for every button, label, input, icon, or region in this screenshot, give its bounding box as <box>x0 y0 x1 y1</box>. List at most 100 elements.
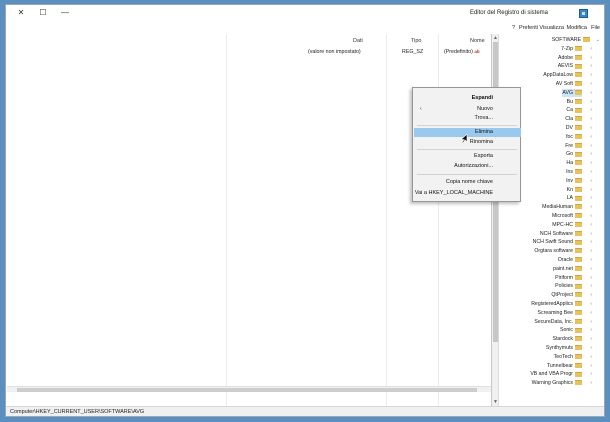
tree-item[interactable]: foc <box>566 133 582 141</box>
tree-item[interactable]: AV Soft <box>556 80 582 88</box>
expand-icon[interactable]: ‹ <box>590 274 592 282</box>
expand-icon[interactable]: ‹ <box>590 133 592 141</box>
menu-item-esporta[interactable]: Esporta <box>414 152 521 161</box>
menu-help[interactable]: ? <box>512 25 515 31</box>
expand-icon[interactable]: ‹ <box>590 71 592 79</box>
expand-icon[interactable]: ‹ <box>590 98 592 106</box>
expand-icon[interactable]: ‹ <box>590 89 592 97</box>
tree-item[interactable]: RegisteredApplics <box>531 300 582 308</box>
expand-icon[interactable]: ‹ <box>590 45 592 53</box>
tree-item[interactable]: MediaHuman <box>542 203 582 211</box>
expand-icon[interactable]: ‹ <box>590 124 592 132</box>
tree-item[interactable]: TeoTech <box>554 353 582 361</box>
tree-item[interactable]: Go <box>566 150 582 158</box>
tree-item[interactable]: Ins <box>566 168 582 176</box>
menu-item-trova[interactable]: Trova... <box>414 114 521 123</box>
tree-item[interactable]: Adobe <box>558 54 582 62</box>
tree-item[interactable]: DV <box>566 124 582 132</box>
expand-icon[interactable]: ‹ <box>590 115 592 123</box>
tree-item[interactable]: NCH Swift Sound <box>533 238 582 246</box>
collapse-icon[interactable]: ⌄ <box>596 36 600 44</box>
expand-icon[interactable]: ‹ <box>590 194 592 202</box>
tree-item[interactable]: Screaming Bee <box>538 309 582 317</box>
expand-icon[interactable]: ‹ <box>590 212 592 220</box>
tree-item[interactable]: Inv <box>566 177 582 185</box>
close-button[interactable]: ✕ <box>10 7 32 19</box>
scroll-up-icon[interactable]: ▲ <box>493 35 498 41</box>
expand-icon[interactable]: ‹ <box>590 353 592 361</box>
maximize-button[interactable]: ☐ <box>32 7 54 19</box>
tree-item[interactable]: Orgtara software <box>534 247 582 255</box>
tree-item[interactable]: 7-Zip <box>561 45 582 53</box>
menu-item-autorizzazioni[interactable]: Autorizzazioni... <box>414 162 521 171</box>
menu-visualizza[interactable]: Visualizza <box>539 25 564 31</box>
tree-item[interactable]: Stardock <box>553 335 582 343</box>
tree-item[interactable]: Synthymuts <box>546 344 582 352</box>
tree-item[interactable]: MPC-HC <box>552 221 582 229</box>
tree-item[interactable]: Warning Graphics <box>532 379 582 387</box>
expand-icon[interactable]: ‹ <box>590 265 592 273</box>
menu-item-vai-a-hklm[interactable]: Vai a HKEY_LOCAL_MACHINE <box>414 189 521 198</box>
tree-item[interactable]: Kn <box>567 186 582 194</box>
tree-item[interactable]: Piriform <box>555 274 582 282</box>
tree-item[interactable]: paint.net <box>553 265 582 273</box>
expand-icon[interactable]: ‹ <box>590 186 592 194</box>
expand-icon[interactable]: ‹ <box>590 326 592 334</box>
tree-item[interactable]: Ha <box>566 159 582 167</box>
expand-icon[interactable]: ‹ <box>590 168 592 176</box>
expand-icon[interactable]: ‹ <box>590 62 592 70</box>
scrollbar-thumb[interactable] <box>17 388 477 392</box>
expand-icon[interactable]: ‹ <box>590 106 592 114</box>
column-header-data[interactable]: Dati <box>353 38 363 44</box>
tree-item[interactable]: Ca <box>566 106 582 114</box>
expand-icon[interactable]: ‹ <box>590 379 592 387</box>
tree-item[interactable]: LA <box>567 194 582 202</box>
expand-icon[interactable]: ‹ <box>590 142 592 150</box>
horizontal-scrollbar[interactable] <box>7 386 492 392</box>
expand-icon[interactable]: ‹ <box>590 159 592 167</box>
expand-icon[interactable]: ‹ <box>590 238 592 246</box>
tree-item[interactable]: VB and VBA Progr <box>530 370 582 378</box>
expand-icon[interactable]: ‹ <box>590 335 592 343</box>
tree-item[interactable]: Fre <box>565 142 582 150</box>
minimize-button[interactable]: — <box>54 7 76 19</box>
menu-file[interactable]: File <box>591 25 600 31</box>
tree-root-software[interactable]: SOFTWARE <box>552 36 590 44</box>
tree-item[interactable]: AEVIS <box>558 62 582 70</box>
expand-icon[interactable]: ‹ <box>590 221 592 229</box>
expand-icon[interactable]: ‹ <box>590 150 592 158</box>
scroll-down-icon[interactable]: ▼ <box>493 399 498 405</box>
tree-item[interactable]: Microsoft <box>552 212 582 220</box>
expand-icon[interactable]: ‹ <box>590 362 592 370</box>
expand-icon[interactable]: ‹ <box>590 80 592 88</box>
tree-item[interactable]: Sonic <box>560 326 582 334</box>
expand-icon[interactable]: ‹ <box>590 291 592 299</box>
menu-modifica[interactable]: Modifica <box>567 25 587 31</box>
expand-icon[interactable]: ‹ <box>590 54 592 62</box>
tree-item[interactable]: Policies <box>555 282 582 290</box>
expand-icon[interactable]: ‹ <box>590 230 592 238</box>
tree-item[interactable]: QtProject <box>551 291 582 299</box>
menu-item-espandi[interactable]: Espandi <box>414 94 521 103</box>
expand-icon[interactable]: ‹ <box>590 300 592 308</box>
column-header-type[interactable]: Tipo <box>411 38 422 44</box>
tree-item[interactable]: Bu <box>567 98 582 106</box>
value-row[interactable]: (Predefinito) ab <box>444 49 480 55</box>
menu-item-copia-nome-chiave[interactable]: Copia nome chiave <box>414 178 521 187</box>
column-header-name[interactable]: Nome <box>470 38 485 44</box>
tree-item[interactable]: NCH Software <box>540 230 582 238</box>
menu-item-nuovo[interactable]: ‹ Nuovo <box>414 105 521 114</box>
tree-item[interactable]: Oracle <box>558 256 582 264</box>
menu-preferiti[interactable]: Preferiti <box>519 25 538 31</box>
expand-icon[interactable]: ‹ <box>590 177 592 185</box>
expand-icon[interactable]: ‹ <box>590 318 592 326</box>
expand-icon[interactable]: ‹ <box>590 370 592 378</box>
tree-item[interactable]: Tunnelbear <box>547 362 582 370</box>
expand-icon[interactable]: ‹ <box>590 309 592 317</box>
expand-icon[interactable]: ‹ <box>590 282 592 290</box>
tree-item[interactable]: SecureData, Inc. <box>534 318 582 326</box>
expand-icon[interactable]: ‹ <box>590 203 592 211</box>
expand-icon[interactable]: ‹ <box>590 256 592 264</box>
tree-item[interactable]: AppDataLow <box>543 71 582 79</box>
tree-item[interactable]: AVG <box>562 88 582 97</box>
